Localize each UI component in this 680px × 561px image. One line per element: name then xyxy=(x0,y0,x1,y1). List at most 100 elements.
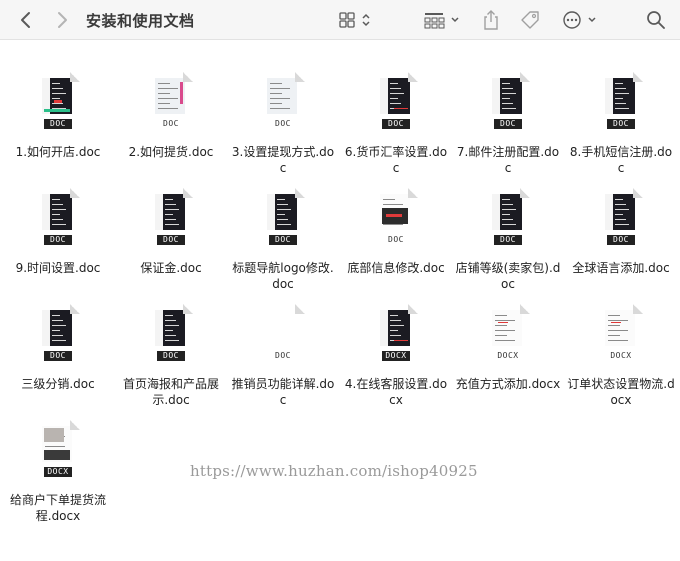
file-name: 订单状态设置物流.docx xyxy=(567,377,675,407)
document-icon: DOC xyxy=(149,72,193,132)
file-type-badge: DOC xyxy=(44,235,72,245)
file-type-badge: DOC xyxy=(163,119,179,128)
page-fold xyxy=(70,420,80,430)
thumbnail-preview xyxy=(605,194,635,230)
document-icon: DOC xyxy=(261,188,305,248)
file-name: 保证金.doc xyxy=(140,261,202,275)
share-button[interactable] xyxy=(480,8,502,32)
file-type-badge: DOC xyxy=(157,235,185,245)
file-name: 三级分销.doc xyxy=(21,377,95,391)
page-fold xyxy=(520,188,530,198)
page-fold xyxy=(408,304,418,314)
file-item[interactable]: DOCX 4.在线客服设置.docx xyxy=(340,304,452,408)
grid-view-icon xyxy=(339,12,370,28)
file-item[interactable]: DOC 8.手机短信注册.doc xyxy=(565,72,677,176)
thumbnail-preview xyxy=(155,310,185,346)
group-icon xyxy=(424,13,459,29)
thumbnail-preview xyxy=(380,194,410,230)
file-name: 标题导航logo修改.doc xyxy=(232,261,334,291)
thumbnail-preview xyxy=(267,78,297,114)
file-item[interactable]: DOC 推销员功能详解.doc xyxy=(227,304,339,408)
finder-window: 安装和使用文档 DOC 1.如何开店.doc DOC 2.如何提货.doc DO… xyxy=(0,0,680,561)
file-item[interactable]: DOC 3.设置提现方式.doc xyxy=(227,72,339,176)
file-item[interactable]: DOC 7.邮件注册配置.doc xyxy=(452,72,564,176)
document-icon: DOC xyxy=(149,188,193,248)
forward-button[interactable] xyxy=(50,8,74,32)
file-item[interactable]: DOC 三级分销.doc xyxy=(2,304,114,392)
page-fold xyxy=(408,188,418,198)
group-button[interactable] xyxy=(422,8,464,32)
document-icon: DOCX xyxy=(599,304,643,364)
document-icon: DOC xyxy=(486,188,530,248)
file-type-badge: DOC xyxy=(494,235,522,245)
document-icon: DOC xyxy=(261,72,305,132)
file-type-badge: DOC xyxy=(388,235,404,244)
thumbnail-preview xyxy=(155,78,185,114)
page-fold xyxy=(70,72,80,82)
file-type-badge: DOC xyxy=(44,119,72,129)
file-type-badge: DOC xyxy=(44,351,72,361)
view-options-button[interactable] xyxy=(336,8,376,32)
file-item[interactable]: DOCX 给商户下单提货流程.docx xyxy=(2,420,114,524)
page-fold xyxy=(183,72,193,82)
share-icon xyxy=(484,10,498,30)
back-button[interactable] xyxy=(14,8,38,32)
page-fold xyxy=(520,304,530,314)
thumbnail-preview xyxy=(42,426,72,462)
file-name: 7.邮件注册配置.doc xyxy=(456,145,560,175)
document-icon: DOCX xyxy=(374,304,418,364)
file-type-badge: DOCX xyxy=(44,467,72,477)
search-button[interactable] xyxy=(645,8,667,32)
window-title: 安装和使用文档 xyxy=(86,12,195,30)
file-name: 首页海报和产品展示.doc xyxy=(122,377,219,407)
page-fold xyxy=(520,72,530,82)
thumbnail-preview xyxy=(267,194,297,230)
page-fold xyxy=(633,72,643,82)
file-type-badge: DOC xyxy=(607,235,635,245)
tag-button[interactable] xyxy=(518,8,542,32)
page-fold xyxy=(295,304,305,314)
watermark-text: https://www.huzhan.com/ishop40925 xyxy=(190,462,478,480)
page-fold xyxy=(633,188,643,198)
file-name: 8.手机短信注册.doc xyxy=(569,145,673,175)
file-type-badge: DOCX xyxy=(382,351,410,361)
file-item[interactable]: DOC 首页海报和产品展示.doc xyxy=(115,304,227,408)
file-type-badge: DOC xyxy=(607,119,635,129)
file-type-badge: DOCX xyxy=(497,351,519,360)
file-item[interactable]: DOC 保证金.doc xyxy=(115,188,227,276)
file-name: 充值方式添加.docx xyxy=(455,377,561,391)
document-icon: DOC xyxy=(36,188,80,248)
file-item[interactable]: DOC 2.如何提货.doc xyxy=(115,72,227,160)
file-item[interactable]: DOC 1.如何开店.doc xyxy=(2,72,114,160)
more-actions-button[interactable] xyxy=(560,8,600,32)
file-name: 6.货币汇率设置.doc xyxy=(344,145,448,175)
file-name: 1.如何开店.doc xyxy=(15,145,101,159)
toolbar: 安装和使用文档 xyxy=(0,0,680,40)
file-name: 底部信息修改.doc xyxy=(347,261,445,275)
file-type-badge: DOC xyxy=(494,119,522,129)
file-item[interactable]: DOCX 充值方式添加.docx xyxy=(452,304,564,392)
page-fold xyxy=(633,304,643,314)
document-icon: DOC xyxy=(374,72,418,132)
chevron-right-icon xyxy=(58,12,67,28)
file-item[interactable]: DOCX 订单状态设置物流.docx xyxy=(565,304,677,408)
file-item[interactable]: DOC 6.货币汇率设置.doc xyxy=(340,72,452,176)
file-item[interactable]: DOC 9.时间设置.doc xyxy=(2,188,114,276)
file-item[interactable]: DOC 标题导航logo修改.doc xyxy=(227,188,339,292)
thumbnail-preview xyxy=(492,310,522,346)
document-icon: DOCX xyxy=(36,420,80,480)
file-item[interactable]: DOC 全球语言添加.doc xyxy=(565,188,677,276)
chevron-left-icon xyxy=(21,12,30,28)
search-icon xyxy=(647,11,665,29)
document-icon: DOC xyxy=(36,72,80,132)
document-icon: DOC xyxy=(149,304,193,364)
thumbnail-preview xyxy=(492,78,522,114)
document-icon: DOC xyxy=(599,188,643,248)
page-fold xyxy=(183,188,193,198)
file-name: 推销员功能详解.doc xyxy=(231,377,335,407)
file-item[interactable]: DOC 店铺等级(卖家包).doc xyxy=(452,188,564,292)
page-fold xyxy=(70,188,80,198)
file-name: 4.在线客服设置.docx xyxy=(344,377,448,407)
file-item[interactable]: DOC 底部信息修改.doc xyxy=(340,188,452,276)
thumbnail-preview xyxy=(380,78,410,114)
